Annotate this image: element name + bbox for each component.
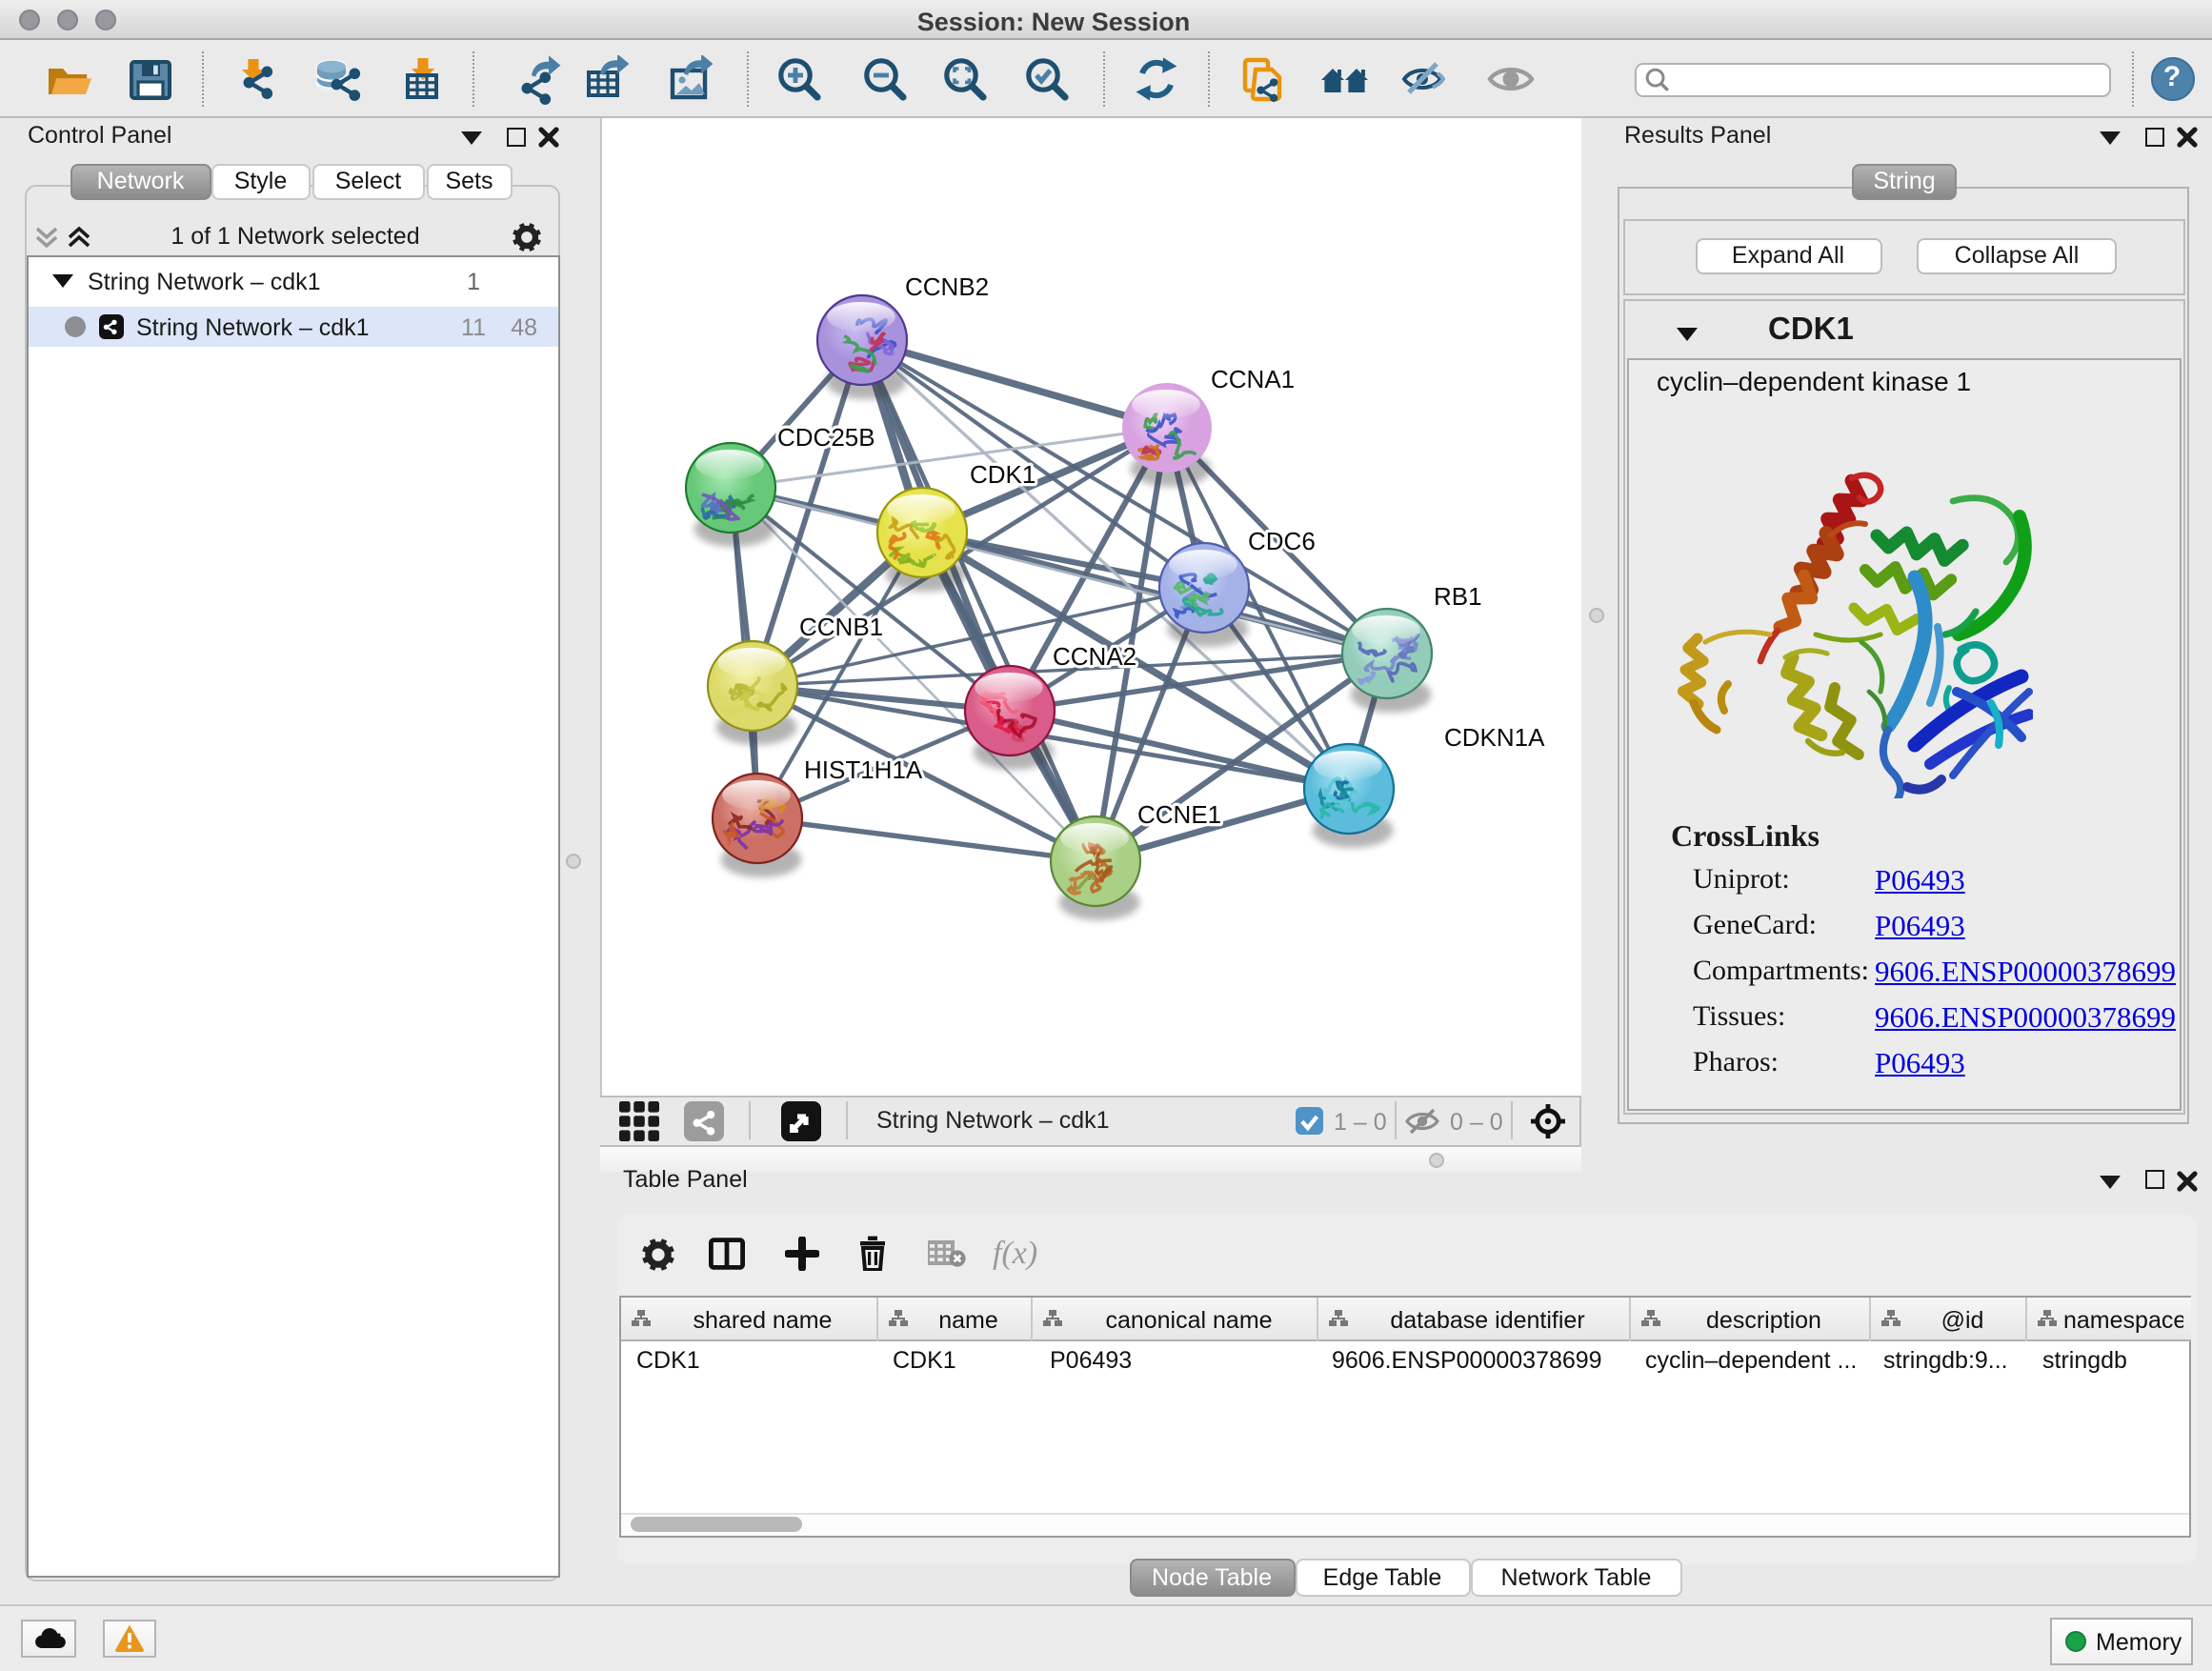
svg-text:CDC25B: CDC25B bbox=[776, 423, 875, 452]
svg-text:HIST1H1A: HIST1H1A bbox=[803, 755, 922, 784]
svg-text:CCNA1: CCNA1 bbox=[1210, 365, 1294, 393]
svg-text:CDC6: CDC6 bbox=[1247, 527, 1315, 555]
svg-text:RB1: RB1 bbox=[1433, 582, 1481, 611]
svg-text:CDKN1A: CDKN1A bbox=[1443, 723, 1544, 752]
svg-text:CDK1: CDK1 bbox=[969, 460, 1035, 489]
svg-text:CCNE1: CCNE1 bbox=[1136, 800, 1220, 829]
svg-text:CCNB2: CCNB2 bbox=[904, 272, 988, 301]
svg-text:CCNB1: CCNB1 bbox=[798, 613, 882, 641]
svg-text:CCNA2: CCNA2 bbox=[1052, 642, 1136, 671]
